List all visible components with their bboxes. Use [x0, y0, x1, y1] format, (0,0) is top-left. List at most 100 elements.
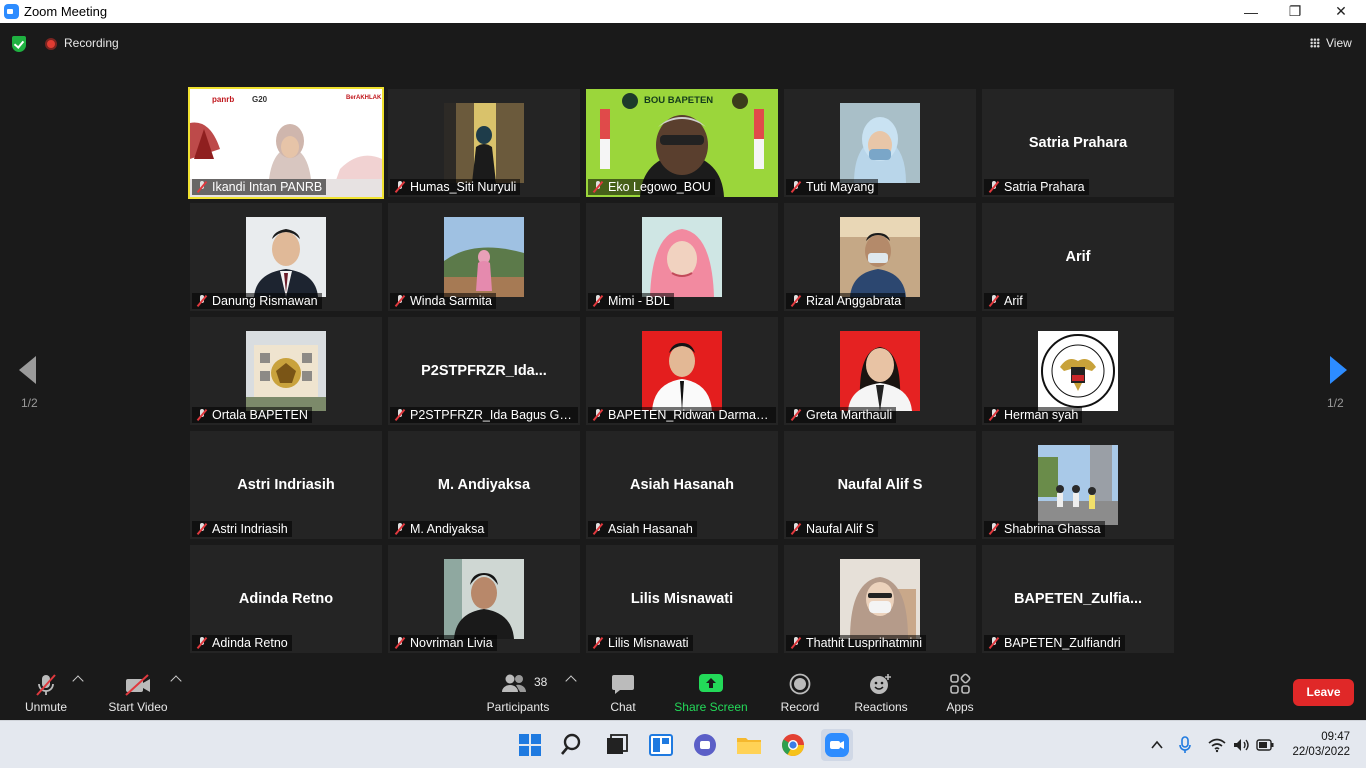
- participant-name-text: Adinda Retno: [212, 636, 288, 650]
- participant-tile[interactable]: Lilis Misnawati Lilis Misnawati: [586, 545, 778, 653]
- participant-tile[interactable]: Arif Arif: [982, 203, 1174, 311]
- reactions-button[interactable]: Reactions: [850, 661, 912, 720]
- grid-view-icon[interactable]: [1310, 38, 1320, 48]
- next-page-icon[interactable]: [1330, 356, 1347, 384]
- windows-start-icon[interactable]: [514, 729, 546, 761]
- participant-display-name: M. Andiyaksa: [437, 477, 531, 493]
- participant-profile-photo: [840, 103, 920, 183]
- file-explorer-icon[interactable]: [733, 729, 765, 761]
- muted-microphone-icon: [592, 523, 604, 535]
- participant-tile[interactable]: Herman syah: [982, 317, 1174, 425]
- page-indicator-left: 1/2: [21, 396, 38, 410]
- unmute-button[interactable]: Unmute: [16, 661, 76, 720]
- battery-icon[interactable]: [1256, 739, 1274, 751]
- participant-name-label: Astri Indriasih: [192, 521, 292, 537]
- participant-name-label: Lilis Misnawati: [588, 635, 693, 651]
- start-video-button[interactable]: Start Video: [104, 661, 172, 720]
- chrome-browser-icon[interactable]: [777, 729, 809, 761]
- security-shield-icon[interactable]: [12, 36, 26, 52]
- participant-tile[interactable]: M. Andiyaksa M. Andiyaksa: [388, 431, 580, 539]
- participant-tile[interactable]: Humas_Siti Nuryuli: [388, 89, 580, 197]
- window-title: Zoom Meeting: [24, 4, 108, 19]
- volume-icon[interactable]: [1232, 737, 1250, 753]
- participant-name-label: Humas_Siti Nuryuli: [390, 179, 521, 195]
- participant-tile[interactable]: Tuti Mayang: [784, 89, 976, 197]
- share-screen-button[interactable]: Share Screen: [672, 661, 750, 720]
- bou-logo-text: BOU BAPETEN: [644, 95, 714, 106]
- muted-microphone-icon: [592, 637, 604, 649]
- apps-grid-icon: [950, 673, 971, 694]
- muted-microphone-icon: [988, 523, 1000, 535]
- participant-profile-photo: [1038, 445, 1118, 525]
- taskbar-clock[interactable]: 09:47 22/03/2022: [1292, 730, 1350, 760]
- minimize-button[interactable]: —: [1228, 0, 1274, 23]
- leave-button[interactable]: Leave: [1293, 679, 1354, 706]
- task-view-icon[interactable]: [601, 729, 633, 761]
- zoom-taskbar-icon[interactable]: [821, 729, 853, 761]
- muted-microphone-icon: [988, 181, 1000, 193]
- participant-name-text: Satria Prahara: [1004, 180, 1085, 194]
- view-button[interactable]: View: [1326, 36, 1352, 50]
- participant-name-text: Thathit Lusprihatmini: [806, 636, 923, 650]
- participant-tile[interactable]: Asiah Hasanah Asiah Hasanah: [586, 431, 778, 539]
- participant-profile-photo: [444, 559, 524, 639]
- chat-label: Chat: [610, 700, 636, 714]
- record-button[interactable]: Record: [776, 661, 824, 720]
- participant-name-text: Eko Legowo_BOU: [608, 180, 711, 194]
- participants-options-chevron-icon[interactable]: [565, 675, 577, 687]
- participant-name-text: Tuti Mayang: [806, 180, 875, 194]
- participant-name-label: Ortala BAPETEN: [192, 407, 312, 423]
- widgets-icon[interactable]: [645, 729, 677, 761]
- muted-microphone-icon: [36, 674, 56, 696]
- participant-tile[interactable]: Shabrina Ghassa: [982, 431, 1174, 539]
- participant-display-name: Lilis Misnawati: [630, 591, 734, 607]
- show-hidden-icons-chevron-icon[interactable]: [1150, 738, 1164, 752]
- participant-profile-photo: [840, 331, 920, 411]
- microphone-tray-icon[interactable]: [1178, 736, 1192, 754]
- participant-tile[interactable]: BAPETEN_Ridwan Darmawan: [586, 317, 778, 425]
- participant-profile-photo: [642, 217, 722, 297]
- participant-tile[interactable]: Ortala BAPETEN: [190, 317, 382, 425]
- participant-name-text: Arif: [1004, 294, 1023, 308]
- participant-tile[interactable]: P2STPFRZR_Ida... P2STPFRZR_Ida Bagus Ged.…: [388, 317, 580, 425]
- window-titlebar: Zoom Meeting — ❐ ✕: [0, 0, 1366, 23]
- participant-display-name: Astri Indriasih: [237, 477, 335, 493]
- participant-display-name: P2STPFRZR_Ida...: [421, 363, 547, 379]
- maximize-button[interactable]: ❐: [1272, 0, 1318, 23]
- close-button[interactable]: ✕: [1318, 0, 1364, 23]
- participant-name-label: Tuti Mayang: [786, 179, 879, 195]
- search-icon[interactable]: [558, 729, 590, 761]
- panrb-logo-text: panrb: [212, 95, 235, 104]
- previous-page-icon[interactable]: [19, 356, 36, 384]
- participant-tile[interactable]: Thathit Lusprihatmini: [784, 545, 976, 653]
- participants-button[interactable]: 38 Participants: [484, 661, 552, 720]
- chat-button[interactable]: Chat: [598, 661, 648, 720]
- apps-button[interactable]: Apps: [938, 661, 982, 720]
- recording-label[interactable]: Recording: [64, 36, 119, 50]
- participant-tile[interactable]: Rizal Anggabrata: [784, 203, 976, 311]
- video-off-icon: [125, 674, 150, 696]
- participant-tile[interactable]: Mimi - BDL: [586, 203, 778, 311]
- participant-tile[interactable]: Naufal Alif S Naufal Alif S: [784, 431, 976, 539]
- participant-name-label: Winda Sarmita: [390, 293, 496, 309]
- participant-tile[interactable]: BAPETEN_Zulfia... BAPETEN_Zulfiandri: [982, 545, 1174, 653]
- teams-chat-icon[interactable]: [689, 729, 721, 761]
- video-options-chevron-icon[interactable]: [170, 675, 182, 687]
- recording-icon[interactable]: [45, 38, 57, 50]
- participant-name-label: Rizal Anggabrata: [786, 293, 906, 309]
- participant-tile[interactable]: Greta Marthauli: [784, 317, 976, 425]
- participant-tile[interactable]: Novriman Livia: [388, 545, 580, 653]
- participant-tile[interactable]: Danung Rismawan: [190, 203, 382, 311]
- participant-tile[interactable]: Astri Indriasih Astri Indriasih: [190, 431, 382, 539]
- participant-tile[interactable]: panrb G20 BerAKHLAK Ikandi Intan PANRB: [188, 87, 384, 199]
- participant-tile[interactable]: BOU BAPETEN Eko Legowo_BOU: [586, 89, 778, 197]
- participant-name-label: Naufal Alif S: [786, 521, 879, 537]
- start-video-label: Start Video: [108, 700, 168, 714]
- participant-tile[interactable]: Adinda Retno Adinda Retno: [190, 545, 382, 653]
- participant-tile[interactable]: Winda Sarmita: [388, 203, 580, 311]
- participant-name-label: BAPETEN_Zulfiandri: [984, 635, 1125, 651]
- participant-profile-photo: [642, 331, 722, 411]
- muted-microphone-icon: [394, 181, 406, 193]
- wifi-icon[interactable]: [1208, 737, 1226, 753]
- participant-tile[interactable]: Satria Prahara Satria Prahara: [982, 89, 1174, 197]
